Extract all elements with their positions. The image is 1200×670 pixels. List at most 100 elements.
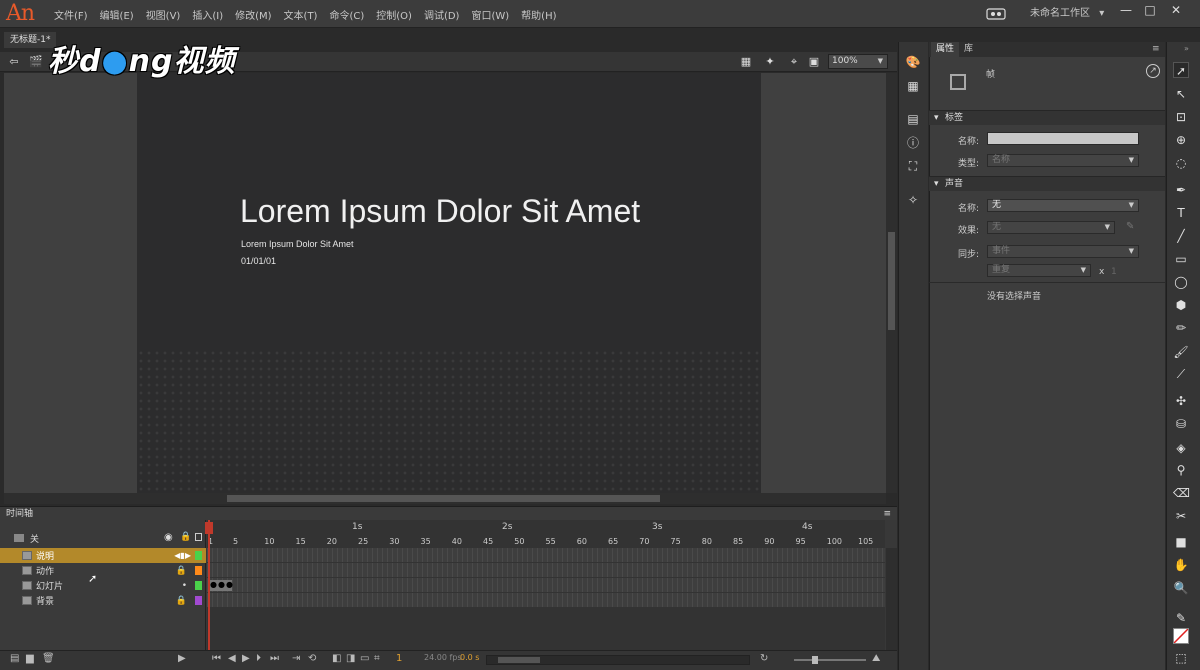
sound-repeat-select[interactable]: 重复 ▼ <box>987 264 1091 277</box>
layer-row[interactable]: 背景 🔒 <box>0 593 206 608</box>
loop-icon[interactable]: ⟲ <box>308 653 316 664</box>
slide-date[interactable]: 01/01/01 <box>241 256 276 266</box>
layer-name[interactable]: 幻灯片 <box>36 579 63 592</box>
menu-commands[interactable]: 命令(C) <box>323 7 370 22</box>
paint-brush-tool-icon[interactable]: 🖌 <box>1173 344 1189 360</box>
swatches-icon[interactable]: ▦ <box>905 78 921 94</box>
ruler-frame-number[interactable]: 90 <box>764 537 774 546</box>
layer-name[interactable]: 动作 <box>36 564 54 577</box>
tab-properties[interactable]: 属性 <box>931 42 960 57</box>
bone-tool-icon[interactable]: ✣ <box>1173 393 1189 409</box>
timeline-vertical-scrollbar[interactable] <box>886 548 897 650</box>
menu-text[interactable]: 文本(T) <box>278 7 324 22</box>
pencil-tool-icon[interactable]: ✏ <box>1173 320 1189 336</box>
eyedropper-tool-icon[interactable]: ⚲ <box>1173 462 1189 478</box>
sound-name-select[interactable]: 无 ▼ <box>987 199 1139 212</box>
text-tool-icon[interactable]: T <box>1173 205 1189 221</box>
timeline-scroll-thumb[interactable] <box>498 657 540 663</box>
info-icon[interactable]: ⓘ <box>905 135 921 151</box>
ruler-frame-number[interactable]: 35 <box>421 537 431 546</box>
ruler-frame-number[interactable]: 85 <box>733 537 743 546</box>
menu-edit[interactable]: 编辑(E) <box>94 7 140 22</box>
camera-tool-icon[interactable]: ■ <box>1173 534 1189 550</box>
oval-tool-icon[interactable]: ◯ <box>1173 274 1189 290</box>
layer-color-swatch[interactable] <box>195 566 202 575</box>
step-forward-icon[interactable]: ⏵ <box>256 653 261 664</box>
playhead-handle[interactable] <box>205 522 213 534</box>
collapse-icon[interactable]: » <box>1184 44 1189 53</box>
ruler-frame-number[interactable]: 15 <box>296 537 306 546</box>
frame-name-input[interactable] <box>987 132 1139 145</box>
slide-headline[interactable]: Lorem Ipsum Dolor Sit Amet <box>240 193 640 230</box>
camera-icon[interactable]: ▶ <box>178 653 186 664</box>
panel-menu-icon[interactable]: ≡ <box>883 507 891 521</box>
rectangle-tool-icon[interactable]: ▭ <box>1173 251 1189 267</box>
eraser-tool-icon[interactable]: ⌫ <box>1173 485 1190 501</box>
subselection-tool-icon[interactable]: ↖ <box>1173 86 1189 102</box>
layer-color-swatch[interactable] <box>195 581 202 590</box>
polystar-tool-icon[interactable]: ⬢ <box>1173 297 1189 313</box>
new-folder-icon[interactable]: ▆ <box>26 653 34 664</box>
ruler-frame-number[interactable]: 10 <box>264 537 274 546</box>
label-section-header[interactable]: ▾ 标签 <box>929 110 1165 125</box>
selection-tool-icon[interactable]: ➚ <box>1173 62 1189 78</box>
layer-name[interactable]: 说明 <box>36 549 54 562</box>
onion-outline-icon[interactable]: ◨ <box>346 653 355 664</box>
ruler-frame-number[interactable]: 80 <box>702 537 712 546</box>
panel-menu-icon[interactable]: ≡ <box>1152 44 1160 54</box>
pen-tool-icon[interactable]: ✒ <box>1173 182 1189 198</box>
align-icon[interactable]: ▤ <box>905 111 921 127</box>
lasso-tool-icon[interactable]: ◌ <box>1173 155 1189 171</box>
lock-icon[interactable]: 🔒 <box>176 566 187 576</box>
last-frame-icon[interactable]: ⏭ <box>270 653 279 664</box>
frame-row[interactable] <box>207 593 885 607</box>
layer-row[interactable]: 说明 ◀▮▶ <box>0 548 206 563</box>
hand-tool-icon[interactable]: ✋ <box>1173 557 1189 573</box>
playhead[interactable] <box>208 520 210 650</box>
slide-subtitle[interactable]: Lorem Ipsum Dolor Sit Amet <box>241 239 354 249</box>
components-icon[interactable]: ✧ <box>905 192 921 208</box>
close-button[interactable]: ✕ <box>1164 0 1188 20</box>
minimize-button[interactable]: — <box>1114 0 1138 20</box>
keyframe-nav-icon[interactable]: ◀▮▶ <box>174 551 191 560</box>
onion-skin-icon[interactable]: ◧ <box>332 653 341 664</box>
menu-modify[interactable]: 修改(M) <box>229 7 277 22</box>
3d-rotation-tool-icon[interactable]: ⊕ <box>1173 132 1189 148</box>
stage-canvas[interactable]: Lorem Ipsum Dolor Sit Amet Lorem Ipsum D… <box>137 73 761 493</box>
dot-icon[interactable]: • <box>182 581 187 591</box>
ruler-frame-number[interactable]: 25 <box>358 537 368 546</box>
edit-symbol-icon[interactable]: ✦ <box>762 54 778 70</box>
frame-row[interactable] <box>207 548 885 562</box>
mountain-zoom-icon[interactable]: ⛰ <box>872 653 880 664</box>
back-arrow-icon[interactable]: ⇦ <box>6 54 22 70</box>
ruler-frame-number[interactable]: 45 <box>483 537 493 546</box>
menu-control[interactable]: 控制(O) <box>370 7 418 22</box>
label-type-select[interactable]: 名称 ▼ <box>987 154 1139 167</box>
ruler-frame-number[interactable]: 20 <box>327 537 337 546</box>
zoom-select[interactable]: 100% ▼ <box>828 54 888 69</box>
stroke-color-icon[interactable]: ✎ <box>1173 610 1189 626</box>
frame-row[interactable] <box>207 578 885 592</box>
eye-icon[interactable]: ◉ <box>164 532 173 543</box>
repeat-count[interactable]: 1 <box>1111 267 1117 277</box>
zoom-tool-icon[interactable]: 🔍 <box>1173 580 1189 596</box>
width-tool-icon[interactable]: ✂ <box>1173 508 1189 524</box>
center-frame-icon[interactable]: ⇥ <box>292 653 300 664</box>
timeline-title[interactable]: 时间轴 <box>6 509 33 519</box>
workspace-switcher[interactable]: 未命名工作区 ▾ <box>1030 0 1104 28</box>
stage-horizontal-scroll-thumb[interactable] <box>227 495 660 502</box>
center-stage-icon[interactable]: ⌖ <box>786 54 802 70</box>
ruler-frame-number[interactable]: 40 <box>452 537 462 546</box>
free-transform-tool-icon[interactable]: ⊡ <box>1173 109 1189 125</box>
onion-markers-icon[interactable]: ⌗ <box>374 653 380 664</box>
ink-bottle-tool-icon[interactable]: ◈ <box>1173 440 1189 456</box>
ruler-frame-number[interactable]: 65 <box>608 537 618 546</box>
ruler-frame-number[interactable]: 50 <box>514 537 524 546</box>
transform-icon[interactable]: ⛶ <box>905 158 921 174</box>
menu-file[interactable]: 文件(F) <box>48 7 94 22</box>
lock-icon[interactable]: 🔒 <box>176 596 187 606</box>
step-back-icon[interactable]: ◀ <box>228 653 236 664</box>
menu-help[interactable]: 帮助(H) <box>515 7 562 22</box>
layer-row[interactable]: 动作 🔒 <box>0 563 206 578</box>
swap-colors-icon[interactable]: ⬚ <box>1173 650 1189 666</box>
